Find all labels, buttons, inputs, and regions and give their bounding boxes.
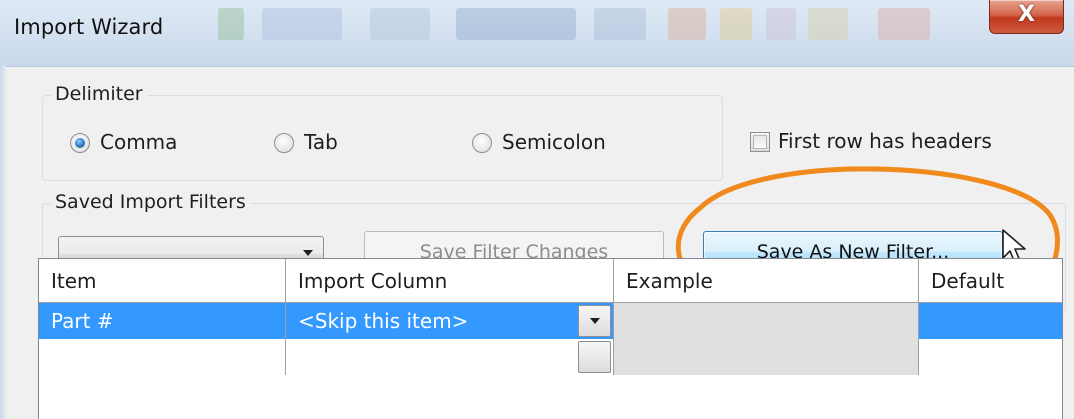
blurred-toolbar-icon <box>808 8 848 40</box>
import-column-dropdown-button[interactable] <box>578 305 611 337</box>
blurred-toolbar-icon <box>878 8 930 40</box>
first-row-headers-label[interactable]: First row has headers <box>778 129 992 153</box>
import-mapping-grid: Item Import Column Example Default Part … <box>38 258 1063 419</box>
column-header-default[interactable]: Default <box>919 259 1062 303</box>
column-header-item[interactable]: Item <box>39 259 286 303</box>
window-frame-edge <box>0 66 6 419</box>
radio-selected-dot <box>75 138 85 148</box>
radio-tab[interactable] <box>274 133 294 153</box>
blurred-toolbar-icon <box>668 8 706 40</box>
import-column-dropdown-button[interactable] <box>578 341 611 373</box>
cell-example <box>614 303 919 339</box>
cell-item <box>39 339 286 375</box>
cell-default[interactable] <box>919 303 1062 339</box>
radio-semicolon-label[interactable]: Semicolon <box>502 130 606 154</box>
radio-comma[interactable] <box>70 133 90 153</box>
blurred-toolbar-icon <box>720 8 752 40</box>
cell-default <box>919 339 1062 375</box>
radio-semicolon[interactable] <box>472 133 492 153</box>
blurred-toolbar-icon <box>766 8 796 40</box>
column-header-import-column[interactable]: Import Column <box>286 259 614 303</box>
blurred-toolbar-icon <box>594 8 646 40</box>
first-row-headers-checkbox[interactable] <box>750 132 770 152</box>
blurred-toolbar-icon <box>370 8 430 40</box>
blurred-toolbar-icon <box>262 8 342 40</box>
radio-tab-label[interactable]: Tab <box>304 130 338 154</box>
blurred-toolbar-icon <box>218 8 244 40</box>
close-button[interactable]: X <box>989 0 1064 34</box>
import-wizard-window: Import Wizard X Delimiter Comma Tab Semi… <box>0 0 1074 419</box>
cell-import-column[interactable]: <Skip this item> <box>286 303 614 339</box>
window-title: Import Wizard <box>14 15 164 39</box>
chevron-down-icon <box>590 318 600 324</box>
column-header-example[interactable]: Example <box>614 259 919 303</box>
cell-import-column <box>286 339 614 375</box>
saved-filters-group-label: Saved Import Filters <box>51 191 250 213</box>
chevron-down-icon <box>303 250 313 256</box>
radio-comma-label[interactable]: Comma <box>100 130 177 154</box>
cell-item[interactable]: Part # <box>39 303 286 339</box>
cell-example <box>614 339 919 375</box>
table-row[interactable]: Part # <Skip this item> <box>39 303 1062 339</box>
title-bar: Import Wizard X <box>0 0 1074 67</box>
blurred-toolbar-icon <box>456 8 576 40</box>
table-row <box>39 339 1062 375</box>
delimiter-group-label: Delimiter <box>51 83 147 105</box>
close-icon: X <box>1018 2 1035 27</box>
